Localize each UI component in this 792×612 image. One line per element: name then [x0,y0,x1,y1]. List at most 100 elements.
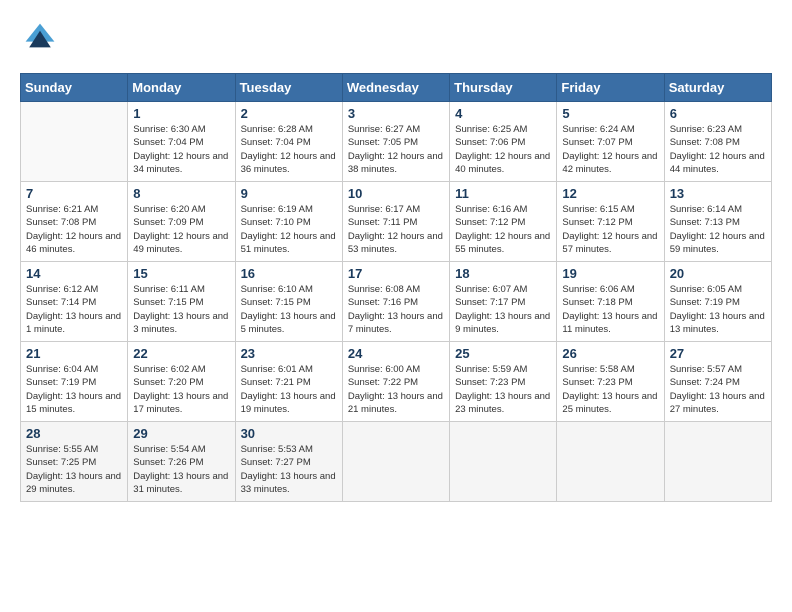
day-number: 27 [670,346,766,361]
day-number: 3 [348,106,444,121]
day-info: Sunrise: 6:14 AM Sunset: 7:13 PM Dayligh… [670,203,766,256]
day-number: 16 [241,266,337,281]
calendar-cell: 1 Sunrise: 6:30 AM Sunset: 7:04 PM Dayli… [128,102,235,182]
calendar-cell: 2 Sunrise: 6:28 AM Sunset: 7:04 PM Dayli… [235,102,342,182]
calendar-cell: 3 Sunrise: 6:27 AM Sunset: 7:05 PM Dayli… [342,102,449,182]
day-number: 7 [26,186,122,201]
day-number: 28 [26,426,122,441]
day-info: Sunrise: 6:06 AM Sunset: 7:18 PM Dayligh… [562,283,658,336]
calendar-cell: 6 Sunrise: 6:23 AM Sunset: 7:08 PM Dayli… [664,102,771,182]
weekday-header: Tuesday [235,74,342,102]
day-number: 12 [562,186,658,201]
day-info: Sunrise: 5:54 AM Sunset: 7:26 PM Dayligh… [133,443,229,496]
day-number: 21 [26,346,122,361]
day-info: Sunrise: 6:00 AM Sunset: 7:22 PM Dayligh… [348,363,444,416]
day-number: 10 [348,186,444,201]
day-number: 20 [670,266,766,281]
day-info: Sunrise: 6:08 AM Sunset: 7:16 PM Dayligh… [348,283,444,336]
calendar-cell: 7 Sunrise: 6:21 AM Sunset: 7:08 PM Dayli… [21,182,128,262]
calendar-cell: 4 Sunrise: 6:25 AM Sunset: 7:06 PM Dayli… [450,102,557,182]
day-info: Sunrise: 6:01 AM Sunset: 7:21 PM Dayligh… [241,363,337,416]
day-info: Sunrise: 6:30 AM Sunset: 7:04 PM Dayligh… [133,123,229,176]
calendar-week-row: 21 Sunrise: 6:04 AM Sunset: 7:19 PM Dayl… [21,342,772,422]
calendar-cell [342,422,449,502]
day-info: Sunrise: 6:10 AM Sunset: 7:15 PM Dayligh… [241,283,337,336]
day-info: Sunrise: 6:12 AM Sunset: 7:14 PM Dayligh… [26,283,122,336]
calendar-cell: 27 Sunrise: 5:57 AM Sunset: 7:24 PM Dayl… [664,342,771,422]
day-info: Sunrise: 6:15 AM Sunset: 7:12 PM Dayligh… [562,203,658,256]
calendar-cell: 18 Sunrise: 6:07 AM Sunset: 7:17 PM Dayl… [450,262,557,342]
day-info: Sunrise: 5:57 AM Sunset: 7:24 PM Dayligh… [670,363,766,416]
calendar-cell: 12 Sunrise: 6:15 AM Sunset: 7:12 PM Dayl… [557,182,664,262]
day-number: 25 [455,346,551,361]
calendar-cell: 14 Sunrise: 6:12 AM Sunset: 7:14 PM Dayl… [21,262,128,342]
calendar-cell: 26 Sunrise: 5:58 AM Sunset: 7:23 PM Dayl… [557,342,664,422]
calendar-week-row: 1 Sunrise: 6:30 AM Sunset: 7:04 PM Dayli… [21,102,772,182]
day-info: Sunrise: 6:24 AM Sunset: 7:07 PM Dayligh… [562,123,658,176]
day-number: 2 [241,106,337,121]
day-info: Sunrise: 6:07 AM Sunset: 7:17 PM Dayligh… [455,283,551,336]
weekday-header: Monday [128,74,235,102]
day-info: Sunrise: 6:23 AM Sunset: 7:08 PM Dayligh… [670,123,766,176]
day-number: 14 [26,266,122,281]
day-info: Sunrise: 6:27 AM Sunset: 7:05 PM Dayligh… [348,123,444,176]
day-number: 15 [133,266,229,281]
calendar-cell [450,422,557,502]
calendar-cell: 17 Sunrise: 6:08 AM Sunset: 7:16 PM Dayl… [342,262,449,342]
calendar-cell: 16 Sunrise: 6:10 AM Sunset: 7:15 PM Dayl… [235,262,342,342]
day-info: Sunrise: 5:58 AM Sunset: 7:23 PM Dayligh… [562,363,658,416]
day-info: Sunrise: 6:17 AM Sunset: 7:11 PM Dayligh… [348,203,444,256]
calendar-cell: 9 Sunrise: 6:19 AM Sunset: 7:10 PM Dayli… [235,182,342,262]
day-number: 8 [133,186,229,201]
day-number: 26 [562,346,658,361]
day-info: Sunrise: 5:53 AM Sunset: 7:27 PM Dayligh… [241,443,337,496]
day-number: 6 [670,106,766,121]
day-number: 1 [133,106,229,121]
calendar-week-row: 7 Sunrise: 6:21 AM Sunset: 7:08 PM Dayli… [21,182,772,262]
day-number: 19 [562,266,658,281]
day-info: Sunrise: 6:04 AM Sunset: 7:19 PM Dayligh… [26,363,122,416]
calendar-cell: 25 Sunrise: 5:59 AM Sunset: 7:23 PM Dayl… [450,342,557,422]
day-number: 9 [241,186,337,201]
day-info: Sunrise: 6:21 AM Sunset: 7:08 PM Dayligh… [26,203,122,256]
calendar-cell: 22 Sunrise: 6:02 AM Sunset: 7:20 PM Dayl… [128,342,235,422]
logo [20,20,62,61]
day-number: 18 [455,266,551,281]
calendar-cell [21,102,128,182]
weekday-header: Friday [557,74,664,102]
calendar-week-row: 28 Sunrise: 5:55 AM Sunset: 7:25 PM Dayl… [21,422,772,502]
day-number: 4 [455,106,551,121]
calendar-cell [557,422,664,502]
day-number: 30 [241,426,337,441]
day-number: 23 [241,346,337,361]
calendar-cell: 24 Sunrise: 6:00 AM Sunset: 7:22 PM Dayl… [342,342,449,422]
day-info: Sunrise: 6:11 AM Sunset: 7:15 PM Dayligh… [133,283,229,336]
day-info: Sunrise: 6:02 AM Sunset: 7:20 PM Dayligh… [133,363,229,416]
calendar-cell: 23 Sunrise: 6:01 AM Sunset: 7:21 PM Dayl… [235,342,342,422]
day-info: Sunrise: 6:05 AM Sunset: 7:19 PM Dayligh… [670,283,766,336]
day-number: 11 [455,186,551,201]
calendar-cell: 20 Sunrise: 6:05 AM Sunset: 7:19 PM Dayl… [664,262,771,342]
calendar-cell: 11 Sunrise: 6:16 AM Sunset: 7:12 PM Dayl… [450,182,557,262]
calendar-cell: 13 Sunrise: 6:14 AM Sunset: 7:13 PM Dayl… [664,182,771,262]
day-info: Sunrise: 6:19 AM Sunset: 7:10 PM Dayligh… [241,203,337,256]
day-number: 5 [562,106,658,121]
calendar-cell: 8 Sunrise: 6:20 AM Sunset: 7:09 PM Dayli… [128,182,235,262]
calendar-cell: 29 Sunrise: 5:54 AM Sunset: 7:26 PM Dayl… [128,422,235,502]
calendar-cell: 5 Sunrise: 6:24 AM Sunset: 7:07 PM Dayli… [557,102,664,182]
day-number: 13 [670,186,766,201]
calendar-cell: 19 Sunrise: 6:06 AM Sunset: 7:18 PM Dayl… [557,262,664,342]
day-number: 29 [133,426,229,441]
day-info: Sunrise: 5:55 AM Sunset: 7:25 PM Dayligh… [26,443,122,496]
calendar-table: SundayMondayTuesdayWednesdayThursdayFrid… [20,73,772,502]
calendar-cell: 30 Sunrise: 5:53 AM Sunset: 7:27 PM Dayl… [235,422,342,502]
calendar-cell: 10 Sunrise: 6:17 AM Sunset: 7:11 PM Dayl… [342,182,449,262]
day-info: Sunrise: 6:28 AM Sunset: 7:04 PM Dayligh… [241,123,337,176]
day-info: Sunrise: 6:16 AM Sunset: 7:12 PM Dayligh… [455,203,551,256]
calendar-cell: 28 Sunrise: 5:55 AM Sunset: 7:25 PM Dayl… [21,422,128,502]
logo-icon [22,20,58,56]
day-number: 17 [348,266,444,281]
day-info: Sunrise: 6:25 AM Sunset: 7:06 PM Dayligh… [455,123,551,176]
weekday-header: Thursday [450,74,557,102]
calendar-cell: 15 Sunrise: 6:11 AM Sunset: 7:15 PM Dayl… [128,262,235,342]
